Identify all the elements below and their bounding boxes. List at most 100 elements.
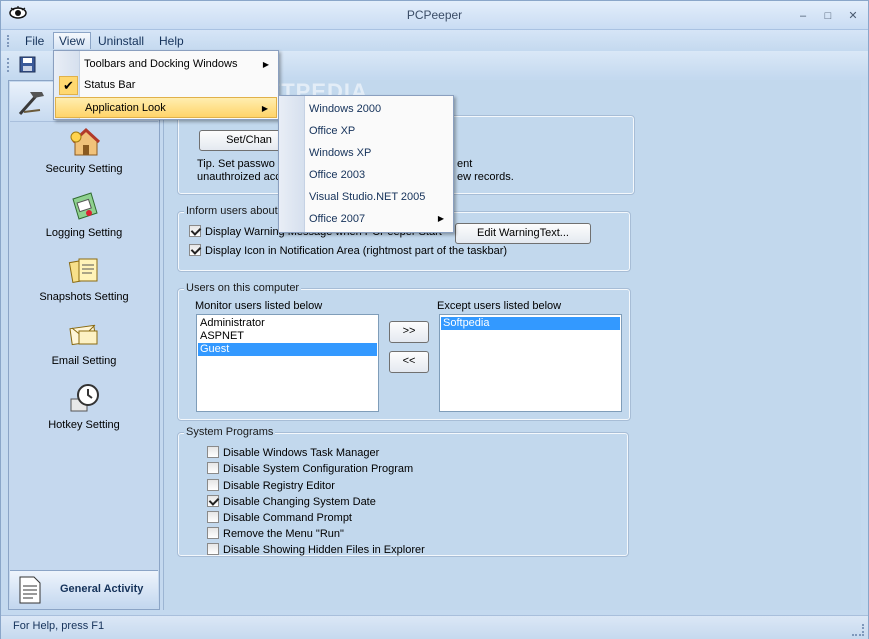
- menu-uninstall[interactable]: Uninstall: [93, 33, 149, 50]
- disable-registry-editor-checkbox[interactable]: Disable Registry Editor: [207, 479, 335, 494]
- except-users-list[interactable]: Softpedia: [439, 314, 622, 412]
- sidebar-item-logging[interactable]: Logging Setting: [9, 189, 159, 239]
- look-windows-2000[interactable]: Windows 2000: [280, 98, 452, 120]
- tip-line2-tail: ew records.: [457, 171, 514, 183]
- look-windows-xp[interactable]: Windows XP: [280, 142, 452, 164]
- disable-command-prompt-checkbox[interactable]: Disable Command Prompt: [207, 511, 352, 526]
- sidebar-item-label: Hotkey Setting: [48, 419, 120, 431]
- menubar-grip[interactable]: [7, 35, 10, 47]
- submenu-arrow-icon: ▶: [262, 60, 269, 69]
- sidebar: Security Setting Logging Setting Snapsho…: [8, 80, 160, 610]
- menu-item-label: Application Look: [85, 102, 166, 114]
- sidebar-item-label: Logging Setting: [45, 227, 123, 239]
- checkbox-label: Disable System Configuration Program: [223, 463, 414, 475]
- except-users-label: Except users listed below: [437, 300, 562, 312]
- list-item[interactable]: Administrator: [198, 317, 377, 330]
- inform-users-legend: Inform users about: [184, 205, 280, 217]
- system-programs-legend: System Programs: [184, 426, 276, 438]
- minimize-button[interactable]: –: [796, 10, 810, 22]
- logging-icon: [72, 192, 98, 220]
- list-item[interactable]: Softpedia: [441, 317, 620, 330]
- system-programs-group: System Programs Disable Windows Task Man…: [177, 426, 629, 558]
- status-text: For Help, press F1: [13, 620, 105, 632]
- window-title: PCPeeper: [406, 8, 463, 22]
- document-icon: [19, 576, 41, 604]
- check-icon: ✔: [59, 76, 78, 95]
- look-office-2007[interactable]: Office 2007 ▶: [280, 208, 452, 230]
- menu-item-label: Toolbars and Docking Windows: [84, 58, 238, 70]
- tools-icon[interactable]: [16, 88, 48, 116]
- checkbox-box[interactable]: [207, 479, 219, 492]
- settings-panel: Set/Chan Tip. Set passwo ent unauthroize…: [163, 80, 861, 610]
- checkbox-label: Disable Command Prompt: [223, 512, 352, 524]
- menu-help[interactable]: Help: [154, 33, 189, 50]
- menu-item-label: Office 2007: [309, 213, 366, 225]
- close-button[interactable]: ✕: [846, 10, 860, 22]
- menu-file[interactable]: File: [20, 33, 49, 50]
- sidebar-item-snapshots[interactable]: Snapshots Setting: [9, 253, 159, 303]
- users-group: Users on this computer Monitor users lis…: [177, 282, 631, 421]
- disable-msconfig-checkbox[interactable]: Disable System Configuration Program: [207, 462, 414, 477]
- tip-line1-tail: ent: [457, 158, 473, 170]
- sidebar-item-email[interactable]: Email Setting: [9, 317, 159, 367]
- checkbox-box[interactable]: [207, 543, 219, 556]
- snapshots-icon: [68, 258, 98, 283]
- save-icon[interactable]: [19, 56, 37, 73]
- menu-item-application-look[interactable]: Application Look ▶: [55, 97, 277, 118]
- sidebar-item-security[interactable]: Security Setting: [9, 125, 159, 175]
- look-vs-net-2005[interactable]: Visual Studio.NET 2005: [280, 186, 452, 208]
- toolbar-grip[interactable]: [7, 58, 10, 72]
- sidebar-item-label: Security Setting: [45, 163, 123, 175]
- menu-view[interactable]: View: [53, 32, 91, 49]
- tip-line1: Tip. Set passwo: [197, 158, 275, 170]
- checkbox-label: Display Icon in Notification Area (right…: [205, 245, 508, 257]
- hotkey-clock-icon: [70, 384, 99, 412]
- list-item[interactable]: Guest: [198, 343, 377, 356]
- application-look-submenu: Windows 2000 Office XP Windows XP Office…: [278, 95, 454, 233]
- checkbox-box[interactable]: [189, 225, 201, 238]
- edit-warning-text-button[interactable]: Edit WarningText...: [455, 223, 591, 244]
- submenu-arrow-icon: ▶: [437, 214, 444, 223]
- monitor-users-label: Monitor users listed below: [195, 300, 323, 312]
- menu-item-label: Visual Studio.NET 2005: [309, 191, 426, 203]
- disable-hidden-files-checkbox[interactable]: Disable Showing Hidden Files in Explorer: [207, 543, 425, 558]
- checkbox-box[interactable]: [189, 244, 201, 257]
- sidebar-item-label: Snapshots Setting: [39, 291, 129, 303]
- checkbox-label: Disable Changing System Date: [223, 496, 376, 508]
- title-bar: PCPeeper – □ ✕: [1, 1, 868, 30]
- menu-item-toolbars[interactable]: Toolbars and Docking Windows ▶: [55, 54, 277, 75]
- checkbox-box[interactable]: [207, 511, 219, 524]
- sidebar-bottom-label: General Activity: [60, 583, 144, 595]
- resize-grip[interactable]: [852, 624, 864, 636]
- email-icon: [69, 324, 98, 346]
- menu-item-label: Windows 2000: [309, 103, 382, 115]
- users-legend: Users on this computer: [184, 282, 302, 294]
- sidebar-item-general-activity[interactable]: General Activity: [10, 570, 158, 608]
- menu-item-label: Status Bar: [84, 79, 136, 91]
- checkbox-box[interactable]: [207, 446, 219, 459]
- checkbox-box[interactable]: [207, 462, 219, 475]
- maximize-button[interactable]: □: [821, 10, 835, 22]
- menu-bar: File View Uninstall Help: [1, 30, 868, 51]
- monitor-users-list[interactable]: Administrator ASPNET Guest: [196, 314, 379, 412]
- disable-system-date-checkbox[interactable]: Disable Changing System Date: [207, 495, 376, 510]
- menu-item-label: Office 2003: [309, 169, 366, 181]
- list-item[interactable]: ASPNET: [198, 330, 377, 343]
- sidebar-item-hotkey[interactable]: Hotkey Setting: [9, 381, 159, 431]
- look-office-2003[interactable]: Office 2003: [280, 164, 452, 186]
- disable-task-manager-checkbox[interactable]: Disable Windows Task Manager: [207, 446, 379, 461]
- look-office-xp[interactable]: Office XP: [280, 120, 452, 142]
- menu-item-label: Office XP: [309, 125, 356, 137]
- move-right-button[interactable]: >>: [389, 321, 429, 343]
- sidebar-item-label: Email Setting: [51, 355, 117, 367]
- menu-item-status-bar[interactable]: ✔ Status Bar: [55, 75, 277, 96]
- move-left-button[interactable]: <<: [389, 351, 429, 373]
- checkbox-label: Disable Registry Editor: [223, 480, 335, 492]
- tip-line2: unauthroized acc: [197, 171, 281, 183]
- checkbox-label: Remove the Menu "Run": [223, 528, 344, 540]
- checkbox-box[interactable]: [207, 495, 219, 508]
- security-house-icon: [70, 127, 101, 156]
- checkbox-box[interactable]: [207, 527, 219, 540]
- display-icon-checkbox[interactable]: Display Icon in Notification Area (right…: [189, 244, 508, 259]
- remove-run-menu-checkbox[interactable]: Remove the Menu "Run": [207, 527, 344, 542]
